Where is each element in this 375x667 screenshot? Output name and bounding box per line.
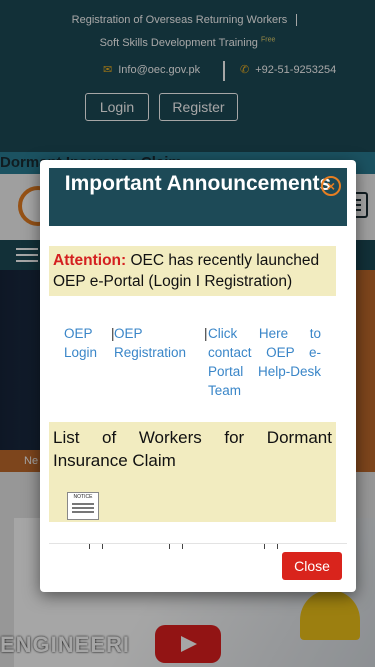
list-title: List of Workers for Dormant Insurance Cl… [53,428,332,470]
modal-header: Important Announcements × [49,168,347,226]
portal-links: OEP Login | OEP Registration | Click Her… [49,324,336,420]
notice-image-text: NOTICE [73,494,93,500]
modal-body[interactable]: Attention: OEC has recently launched OEP… [49,226,347,542]
oep-registration-link[interactable]: OEP Registration [114,324,196,362]
attention-label: Attention: [53,252,127,269]
oep-login-link[interactable]: OEP Login [64,324,104,362]
announcement-modal: Important Announcements × Attention: OEC… [40,160,356,592]
attention-notice: Attention: OEC has recently launched OEP… [49,246,336,296]
modal-title: Important Announcements [64,172,332,195]
modal-footer-divider [49,543,347,544]
helpdesk-link[interactable]: Click Here to contact OEP e-Portal Help-… [208,324,321,400]
notice-image[interactable]: NOTICE [67,492,99,520]
separator: | [204,326,208,341]
close-button[interactable]: Close [282,552,342,580]
close-icon[interactable]: × [321,176,341,196]
